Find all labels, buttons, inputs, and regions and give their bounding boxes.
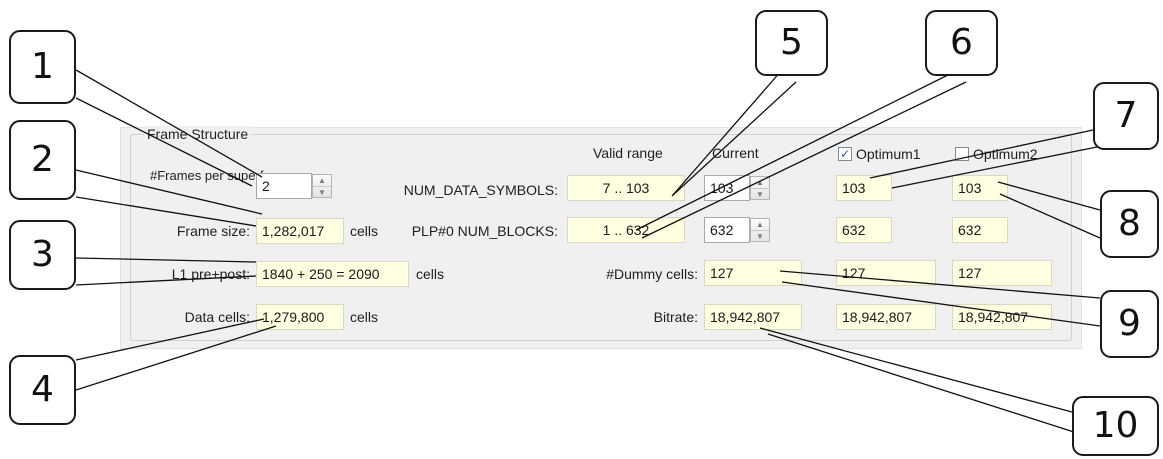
callout-9-leader [779,270,1101,327]
callout-3-leader [75,257,257,286]
callout-5: 5 [755,10,828,76]
callout-1-leader [75,69,263,187]
callout-7: 7 [1093,82,1159,150]
callout-4-leader [75,318,277,391]
callout-2: 2 [9,120,76,200]
callout-4: 4 [9,355,76,425]
callout-10-leader [759,327,1078,434]
callout-2-leader [75,169,263,227]
callout-1: 1 [9,30,76,104]
callout-8: 8 [1100,190,1159,258]
callout-7-leader [869,129,1098,189]
callout-6-leader [635,73,967,239]
callout-6: 6 [925,10,998,76]
callout-5-leader [671,69,797,197]
callout-10: 10 [1072,396,1159,456]
callout-8-leader [997,181,1101,239]
callout-3: 3 [9,220,76,290]
callout-9: 9 [1100,290,1159,358]
